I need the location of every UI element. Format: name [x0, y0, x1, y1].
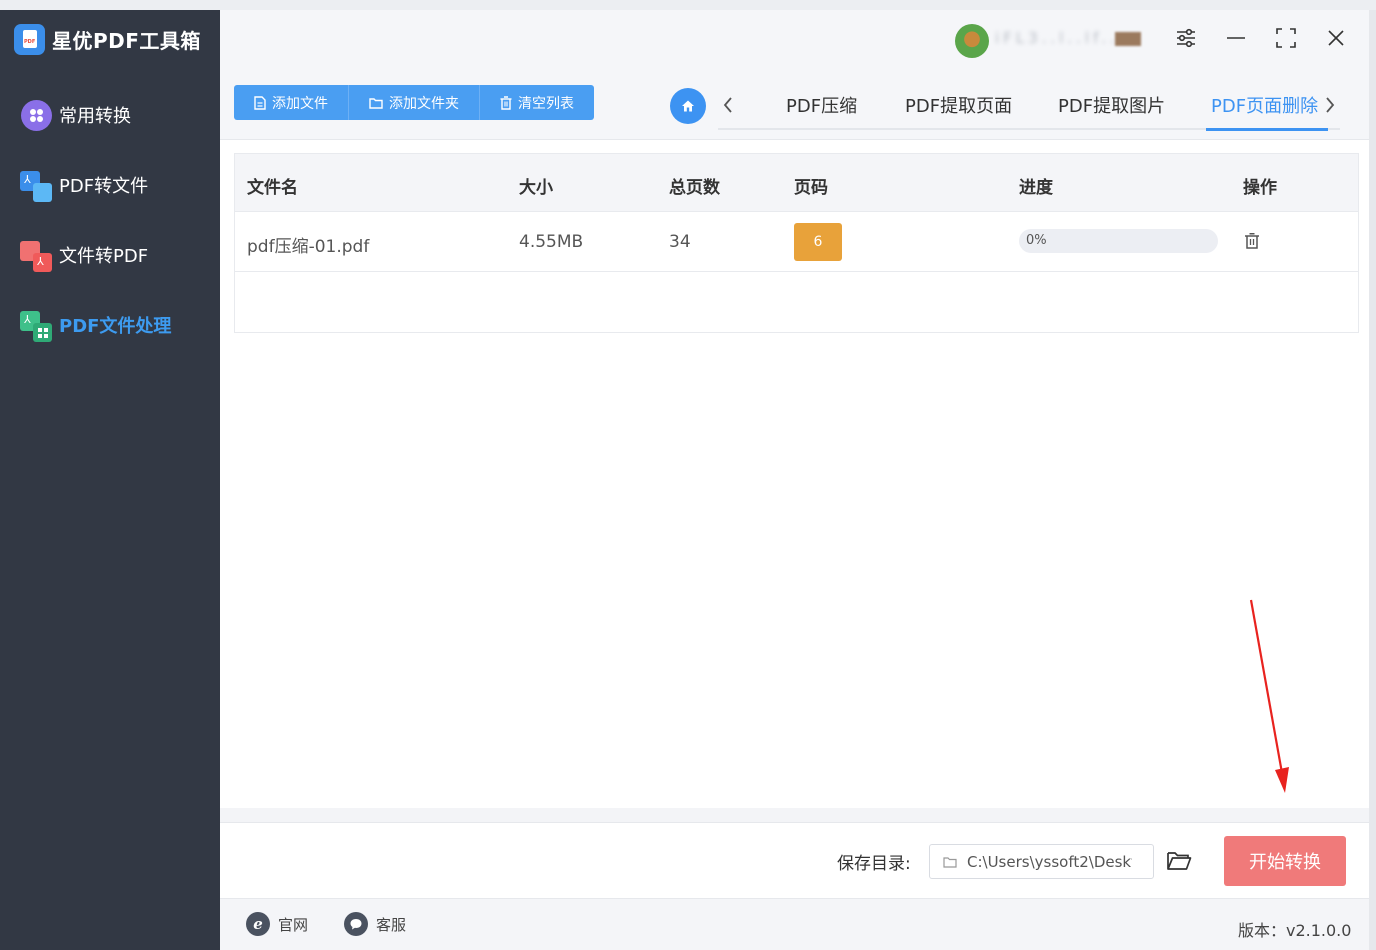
- sidebar-item-label: 文件转PDF: [59, 246, 149, 267]
- sidebar-item-pdf-to-file[interactable]: ⅄ PDF转文件: [20, 167, 210, 203]
- sidebar-item-label: 常用转换: [59, 106, 131, 127]
- table-header: 文件名 大小 总页数 页码 进度 操作: [235, 154, 1358, 212]
- minimize-button[interactable]: [1224, 26, 1248, 50]
- cell-total-pages: 34: [669, 232, 691, 252]
- open-folder-icon: [1167, 852, 1192, 870]
- sidebar-item-pdf-process[interactable]: ⅄ PDF文件处理: [20, 307, 210, 343]
- support-link[interactable]: 客服: [344, 910, 406, 938]
- app-logo-icon: PDF: [14, 23, 45, 55]
- delete-row-button[interactable]: [1243, 232, 1263, 252]
- save-dir-value: C:\Users\yssoft2\Desktop: [967, 852, 1132, 871]
- status-bar: e 官网 客服 版本：v2.1.0.0: [220, 898, 1369, 950]
- app-window: PDF 星优PDF工具箱 常用转换 ⅄ PDF转文件 ⅄ 文件转PDF ⅄ PD…: [0, 0, 1376, 950]
- pdf-process-icon: ⅄: [20, 309, 53, 342]
- grid-icon: [20, 99, 53, 132]
- window-top-strip: [0, 0, 1376, 10]
- file-icon: [254, 95, 266, 110]
- tab-scroll-right-button[interactable]: [1320, 92, 1340, 118]
- file-to-pdf-icon: ⅄: [20, 239, 53, 272]
- minimize-icon: [1227, 37, 1245, 39]
- trash-icon: [500, 95, 512, 110]
- folder-icon: [369, 97, 383, 109]
- support-label: 客服: [376, 915, 407, 934]
- add-file-button[interactable]: 添加文件: [234, 85, 349, 120]
- tab-pdf-compress[interactable]: PDF压缩: [786, 92, 857, 122]
- maximize-button[interactable]: [1274, 26, 1298, 50]
- folder-icon: [943, 856, 957, 868]
- close-icon: [1328, 30, 1344, 46]
- start-convert-button[interactable]: 开始转换: [1224, 836, 1346, 886]
- clear-list-label: 清空列表: [518, 95, 574, 112]
- website-label: 官网: [278, 915, 309, 934]
- avatar[interactable]: [955, 24, 989, 58]
- cell-filename: pdf压缩-01.pdf: [247, 237, 370, 257]
- page-code-input[interactable]: 6: [794, 223, 842, 261]
- sidebar-item-common-convert[interactable]: 常用转换: [20, 97, 210, 133]
- add-folder-button[interactable]: 添加文件夹: [349, 85, 480, 120]
- add-file-label: 添加文件: [272, 95, 328, 112]
- column-header-size: 大小: [519, 178, 553, 198]
- tab-pdf-extract-pages[interactable]: PDF提取页面: [905, 92, 1012, 122]
- settings-button[interactable]: [1174, 26, 1198, 50]
- chevron-left-icon: [723, 97, 732, 113]
- clear-list-button[interactable]: 清空列表: [480, 85, 594, 120]
- header: iFL3..l..lf.. 添加文件 添加文件夹 清空列表 PDF压缩 PDF提…: [220, 10, 1369, 140]
- browse-folder-button[interactable]: [1165, 847, 1193, 875]
- chevron-right-icon: [1326, 97, 1335, 113]
- file-table: 文件名 大小 总页数 页码 进度 操作 pdf压缩-01.pdf 4.55MB …: [234, 153, 1359, 333]
- tab-bar: PDF压缩 PDF提取页面 PDF提取图片 PDF页面删除: [718, 88, 1340, 131]
- table-row[interactable]: pdf压缩-01.pdf 4.55MB 34 6 0%: [235, 212, 1358, 272]
- column-header-progress: 进度: [1019, 178, 1053, 198]
- save-dir-label: 保存目录:: [837, 854, 911, 874]
- tab-pdf-delete-pages[interactable]: PDF页面删除: [1211, 92, 1318, 122]
- maximize-icon: [1276, 28, 1296, 48]
- brand: PDF 星优PDF工具箱: [14, 23, 201, 55]
- settings-icon: [1177, 28, 1195, 48]
- home-icon: [682, 100, 694, 112]
- website-icon: e: [246, 912, 270, 936]
- sidebar-item-label: PDF转文件: [59, 176, 149, 197]
- progress-bar: 0%: [1019, 229, 1218, 253]
- vip-badge: [1115, 32, 1141, 46]
- active-tab-indicator: [1206, 128, 1328, 131]
- website-link[interactable]: e 官网: [246, 910, 308, 938]
- app-title: 星优PDF工具箱: [52, 28, 201, 53]
- progress-text: 0%: [1026, 233, 1047, 248]
- close-button[interactable]: [1324, 26, 1348, 50]
- home-button[interactable]: [670, 88, 706, 124]
- toolbar: 添加文件 添加文件夹 清空列表: [234, 85, 594, 120]
- sidebar: PDF 星优PDF工具箱 常用转换 ⅄ PDF转文件 ⅄ 文件转PDF ⅄ PD…: [0, 10, 220, 950]
- cell-size: 4.55MB: [519, 232, 584, 252]
- chat-icon: [344, 912, 368, 936]
- user-info[interactable]: iFL3..l..lf..: [955, 24, 1155, 58]
- column-header-total-pages: 总页数: [669, 178, 720, 198]
- sidebar-item-file-to-pdf[interactable]: ⅄ 文件转PDF: [20, 237, 210, 273]
- main-panel: iFL3..l..lf.. 添加文件 添加文件夹 清空列表 PDF压缩 PDF提…: [220, 10, 1369, 950]
- save-dir-field[interactable]: C:\Users\yssoft2\Desktop: [929, 844, 1154, 879]
- username: iFL3..l..lf..: [995, 29, 1115, 47]
- tab-pdf-extract-images[interactable]: PDF提取图片: [1058, 92, 1165, 122]
- column-header-page-code: 页码: [794, 178, 828, 198]
- divider: [220, 808, 1369, 822]
- pdf-to-file-icon: ⅄: [20, 169, 53, 202]
- column-header-actions: 操作: [1243, 178, 1277, 198]
- add-folder-label: 添加文件夹: [389, 95, 459, 112]
- column-header-filename: 文件名: [247, 178, 298, 198]
- sidebar-item-label: PDF文件处理: [59, 316, 172, 337]
- footer-actions: 保存目录: C:\Users\yssoft2\Desktop 开始转换: [220, 822, 1369, 898]
- tab-scroll-left-button[interactable]: [718, 92, 738, 118]
- version-text: 版本：v2.1.0.0: [1238, 921, 1352, 940]
- background-window-edge: [1369, 10, 1376, 950]
- trash-icon: [1245, 233, 1259, 249]
- file-list-empty-area: [234, 333, 1359, 808]
